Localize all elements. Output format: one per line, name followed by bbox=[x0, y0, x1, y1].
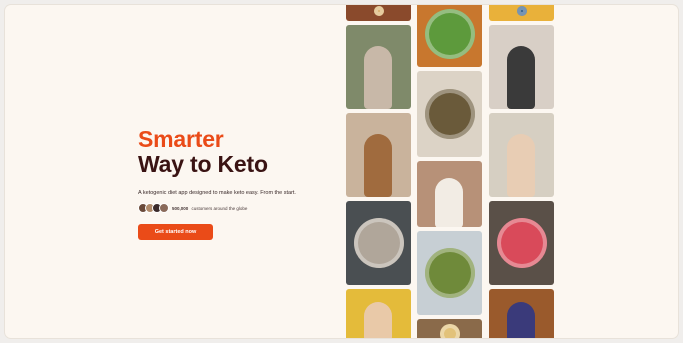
person-silhouette bbox=[364, 302, 392, 338]
person-silhouette bbox=[507, 134, 535, 197]
social-proof: 500,000 customers around the globe bbox=[138, 203, 348, 213]
plate-shape bbox=[425, 9, 475, 59]
headline-accent: Smarter bbox=[138, 126, 224, 152]
food-photo bbox=[489, 201, 554, 285]
plate-shape bbox=[425, 89, 475, 139]
plate-shape bbox=[517, 6, 527, 16]
hero-section: Smarter Way to Keto A ketogenic diet app… bbox=[138, 127, 348, 240]
plate-shape bbox=[354, 218, 404, 268]
customer-photo bbox=[489, 25, 554, 109]
plate-shape bbox=[497, 218, 547, 268]
food-photo bbox=[417, 231, 482, 315]
customer-photo bbox=[489, 113, 554, 197]
customer-photo bbox=[489, 289, 554, 338]
tagline: A ketogenic diet app designed to make ke… bbox=[138, 190, 296, 196]
food-photo bbox=[489, 5, 554, 21]
plate-shape bbox=[440, 324, 460, 338]
get-started-button[interactable]: Get started now bbox=[138, 224, 213, 240]
customer-count: 500,000 bbox=[172, 205, 189, 211]
customer-count-label: customers around the globe bbox=[191, 205, 248, 211]
plate-shape bbox=[374, 6, 384, 16]
avatar bbox=[159, 203, 169, 213]
customer-photo bbox=[417, 161, 482, 227]
food-photo bbox=[417, 71, 482, 157]
person-silhouette bbox=[507, 46, 535, 109]
customer-photo bbox=[346, 25, 411, 109]
customer-avatars bbox=[138, 203, 169, 213]
person-silhouette bbox=[364, 46, 392, 109]
food-photo bbox=[346, 5, 411, 21]
person-silhouette bbox=[435, 178, 463, 227]
headline-main: Way to Keto bbox=[138, 151, 268, 177]
plate-shape bbox=[425, 248, 475, 298]
person-silhouette bbox=[507, 302, 535, 338]
customer-photo bbox=[346, 113, 411, 197]
food-photo bbox=[346, 201, 411, 285]
landing-page: Smarter Way to Keto A ketogenic diet app… bbox=[5, 5, 678, 338]
food-photo bbox=[417, 319, 482, 338]
food-photo bbox=[417, 5, 482, 67]
customer-photo bbox=[346, 289, 411, 338]
person-silhouette bbox=[364, 134, 392, 197]
